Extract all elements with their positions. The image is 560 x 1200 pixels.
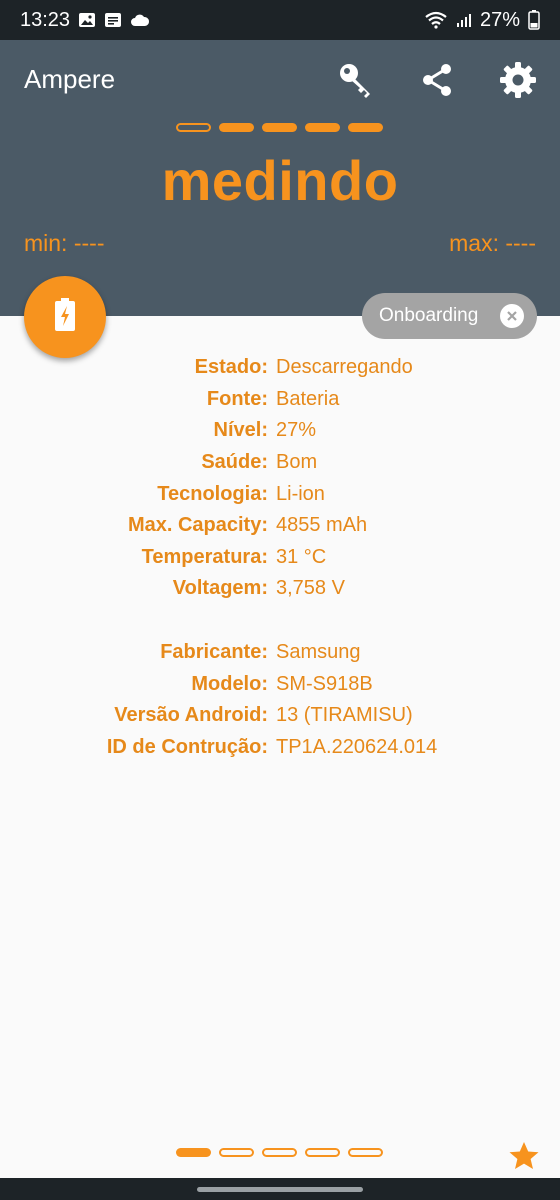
onboarding-chip[interactable]: Onboarding [362,293,537,339]
clock: 13:23 [20,8,71,31]
info-value: Descarregando [276,356,413,379]
close-icon[interactable] [500,304,524,328]
info-key: Versão Android: [114,704,268,727]
info-value: Bateria [276,387,340,410]
info-value: 4855 mAh [276,514,368,537]
page-dot-active[interactable] [176,1148,211,1157]
info-row-fabricante: Fabricante: Samsung [0,637,560,669]
info-key: Temperatura: [141,545,268,568]
battery-icon [528,10,540,30]
info-row-voltagem: Voltagem: 3,758 V [0,573,560,605]
image-icon [78,11,96,29]
info-value: 13 (TIRAMISU) [276,704,413,727]
battery-percent: 27% [479,8,520,31]
wifi-icon [424,11,448,29]
info-value: SM-S918B [276,672,373,695]
key-icon[interactable] [334,58,378,102]
info-value: Samsung [276,641,361,664]
info-key: Fonte: [206,387,268,410]
info-row-temperatura: Temperatura: 31 °C [0,542,560,574]
battery-fab-button[interactable] [24,276,106,358]
signal-icon [456,12,472,28]
min-value: min: ---- [24,230,105,256]
info-value: 27% [276,419,317,442]
page-dot[interactable] [305,1148,340,1157]
info-row-max-capacity: Max. Capacity: 4855 mAh [0,510,560,542]
info-key: Max. Capacity: [127,514,268,537]
measure-progress-indicator [176,123,383,132]
page-dot[interactable] [348,1148,383,1157]
info-key: Tecnologia: [157,482,268,505]
info-row-modelo: Modelo: SM-S918B [0,668,560,700]
info-key: ID de Contrução: [106,735,268,758]
info-value: 3,758 V [276,577,345,600]
battery-charging-icon [54,297,76,337]
measurement-status: medindo [161,149,399,212]
info-value: TP1A.220624.014 [276,735,438,758]
max-value: max: ---- [449,230,536,256]
info-row-saude: Saúde: Bom [0,447,560,479]
page-dot[interactable] [219,1148,254,1157]
info-row-versao-android: Versão Android: 13 (TIRAMISU) [0,700,560,732]
progress-dash [176,123,211,132]
info-value: 31 °C [276,545,327,568]
page-indicator [176,1148,383,1157]
star-icon[interactable] [508,1140,540,1177]
app-title: Ampere [24,64,116,94]
onboarding-label: Onboarding [379,305,479,326]
system-nav-bar [0,1178,560,1200]
status-bar: 13:23 27% [0,0,560,40]
info-value: Li-ion [276,482,325,505]
info-row-tecnologia: Tecnologia: Li-ion [0,478,560,510]
progress-dash [348,123,383,132]
page-dot[interactable] [262,1148,297,1157]
info-key: Modelo: [191,672,268,695]
info-value: Bom [276,451,318,474]
info-row-build-id: ID de Contrução: TP1A.220624.014 [0,732,560,764]
message-icon [104,11,122,29]
info-key: Voltagem: [172,577,268,600]
info-key: Saúde: [201,451,268,474]
progress-dash [262,123,297,132]
info-key: Nível: [213,419,268,442]
share-icon[interactable] [415,58,459,102]
info-row-fonte: Fonte: Bateria [0,384,560,416]
info-row-estado: Estado: Descarregando [0,352,560,384]
app-header: Ampere medindo min: ---- max: ---- [0,40,560,316]
cloud-icon [130,12,150,28]
gear-icon[interactable] [496,58,540,102]
info-key: Fabricante: [160,641,268,664]
home-gesture-handle[interactable] [197,1187,363,1192]
progress-dash [219,123,254,132]
progress-dash [305,123,340,132]
info-panel: Estado: Descarregando Fonte: Bateria Nív… [0,352,560,763]
info-key: Estado: [194,356,268,379]
info-row-nivel: Nível: 27% [0,415,560,447]
